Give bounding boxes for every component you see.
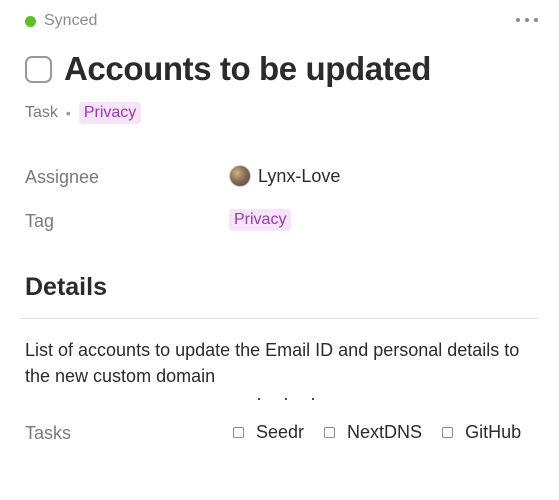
assignee-label: Assignee: [25, 167, 100, 187]
tasks-label: Tasks: [25, 423, 72, 443]
type-label: Task: [25, 104, 58, 121]
task-item-github[interactable]: GitHub: [442, 422, 521, 443]
tag-chip-property[interactable]: Privacy: [229, 209, 292, 231]
task-item-label: Seedr: [256, 422, 305, 442]
task-meta: Task • Privacy: [25, 102, 142, 124]
more-options-button[interactable]: [516, 10, 538, 30]
sync-status-label: Synced: [44, 12, 98, 29]
task-item-nextdns[interactable]: NextDNS: [324, 422, 422, 443]
meta-separator: •: [65, 105, 71, 121]
task-complete-checkbox[interactable]: [25, 55, 52, 83]
status-dot-icon: [25, 15, 36, 27]
checkbox-icon[interactable]: [233, 427, 244, 438]
avatar: [229, 165, 251, 187]
checkbox-icon[interactable]: [324, 427, 336, 438]
checkbox-icon[interactable]: [442, 427, 454, 438]
tasks-list: Seedr NextDNS GitHub: [233, 422, 541, 443]
task-item-label: NextDNS: [347, 422, 423, 442]
assignee-value[interactable]: Lynx-Love: [229, 165, 340, 187]
assignee-name: Lynx-Love: [258, 165, 341, 186]
tag-value: Privacy: [229, 209, 292, 231]
task-item-seedr[interactable]: Seedr: [233, 422, 304, 443]
tag-label: Tag: [25, 211, 55, 231]
more-horizontal-icon: [516, 18, 520, 22]
task-item-label: GitHub: [465, 422, 522, 442]
collapsed-content-indicator[interactable]: · · ·: [256, 388, 324, 409]
sync-status: Synced: [25, 12, 97, 30]
divider: [20, 318, 538, 319]
details-heading: Details: [25, 273, 107, 301]
page-title[interactable]: Accounts to be updated: [64, 50, 431, 88]
title-row: Accounts to be updated: [25, 50, 431, 88]
details-text[interactable]: List of accounts to update the Email ID …: [25, 337, 545, 389]
tag-chip[interactable]: Privacy: [78, 102, 142, 124]
